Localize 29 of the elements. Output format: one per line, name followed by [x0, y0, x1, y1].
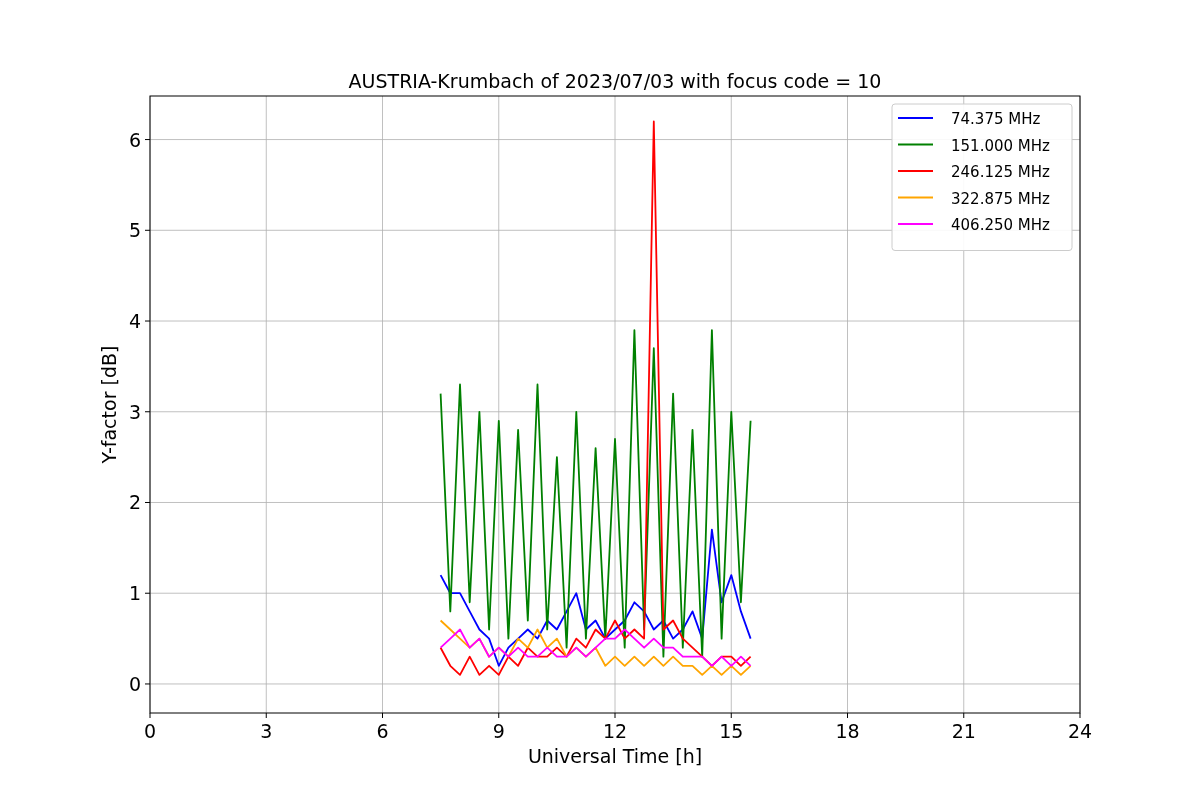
tick-label: 4 [128, 310, 141, 332]
tick-label: 1 [128, 582, 141, 605]
tick-label: 6 [128, 128, 141, 151]
axis-label: Universal Time [h] [527, 745, 703, 767]
tick-label: 15 [719, 720, 744, 742]
legend-line-icon [897, 143, 934, 146]
tick-label: 24 [1067, 720, 1093, 742]
tick-label: 2 [128, 491, 141, 514]
tick-label: 18 [835, 720, 860, 742]
legend-line-icon [897, 223, 934, 225]
tick-label: 3 [128, 400, 141, 423]
chart-title: AUSTRIA-Krumbach of 2023/07/03 with focus code = 10 [348, 70, 882, 92]
tick-label: 6 [376, 720, 389, 742]
legend-line-icon [897, 117, 934, 119]
legend-line-icon [897, 196, 934, 199]
legend-label: 246.125 MHz [951, 163, 1050, 181]
tick-label: 0 [128, 672, 141, 695]
axis-label: Y-factor [dB] [98, 345, 120, 464]
legend-label: 322.875 MHz [951, 189, 1050, 208]
legend-line-icon [897, 170, 934, 172]
tick-label: 9 [492, 720, 505, 742]
tick-label: 0 [143, 720, 157, 742]
tick-label: 21 [951, 720, 976, 742]
tick-label: 5 [128, 219, 141, 242]
legend-label: 74.375 MHz [951, 110, 1041, 128]
tick-label: 3 [260, 720, 273, 742]
legend-label: 406.250 MHz [951, 216, 1050, 234]
tick-label: 12 [602, 720, 628, 742]
legend-label: 151.000 MHz [951, 136, 1050, 155]
